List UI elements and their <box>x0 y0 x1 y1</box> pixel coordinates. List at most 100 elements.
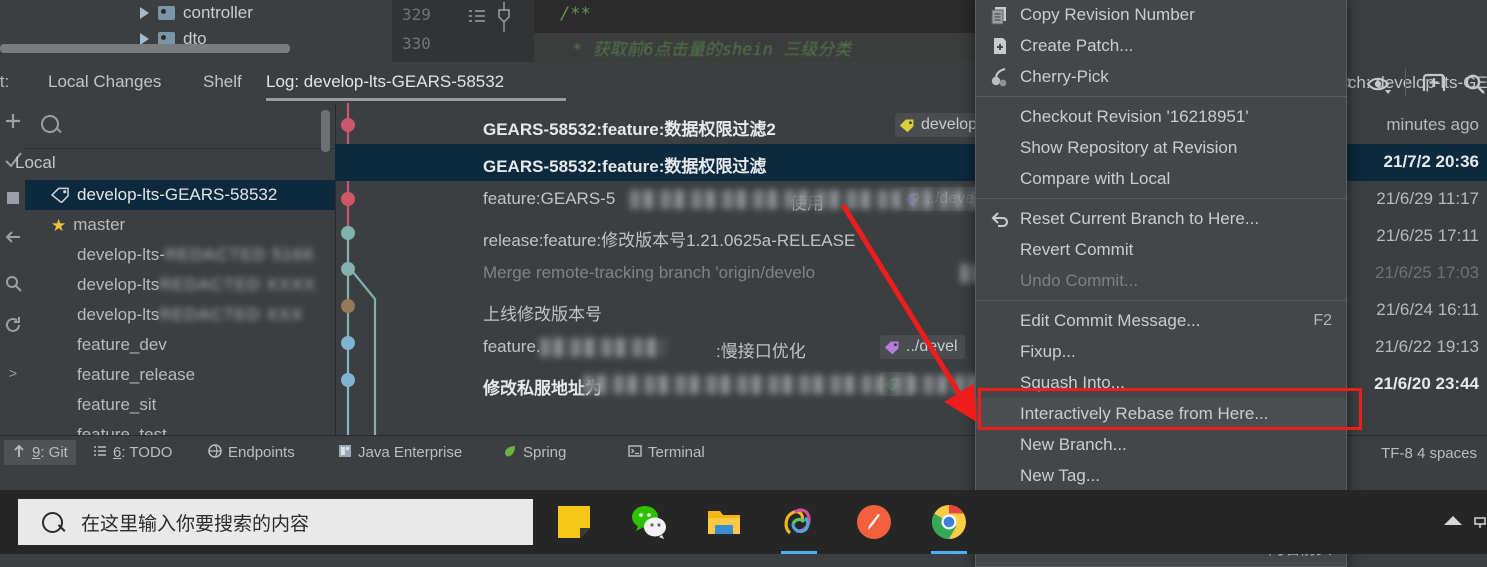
menu-item-undo-commit[interactable]: Undo Commit... <box>976 265 1346 296</box>
postman-icon[interactable] <box>856 504 892 540</box>
commit-date: 21/6/29 11:17 <box>1376 189 1479 208</box>
menu-item-label: Reset Current Branch to Here... <box>1020 208 1260 228</box>
commit-message: GEARS-58532:feature:数据权限过滤 <box>483 157 767 176</box>
tool-tab-todo[interactable]: 6: TODO <box>85 440 180 465</box>
menu-item-create-patch[interactable]: Create Patch... <box>976 30 1346 61</box>
refresh-icon[interactable] <box>3 315 23 335</box>
tree-node-controller[interactable]: controller <box>140 0 253 26</box>
menu-item-label: Edit Commit Message... <box>1020 310 1201 330</box>
menu-item-squash-into[interactable]: Squash Into... <box>976 367 1346 398</box>
menu-item-label: Squash Into... <box>1020 372 1125 392</box>
branch-search-row[interactable] <box>25 103 335 149</box>
menu-item-label: New Branch... <box>1020 434 1127 454</box>
branch-item[interactable]: develop-lts REDACTED XXXX <box>25 270 335 300</box>
branch-label: master <box>73 215 126 234</box>
branch-label-redacted: REDACTED XXXX <box>159 275 316 294</box>
menu-item-label: Compare with Local <box>1020 168 1171 188</box>
menu-item-revert-commit[interactable]: Revert Commit <box>976 234 1346 265</box>
commit-date: 21/6/25 17:03 <box>1375 263 1479 282</box>
branch-vertical-scrollbar[interactable] <box>321 110 330 152</box>
commit-ref-text: develop- <box>921 116 983 133</box>
branch-item[interactable]: develop-lts- REDACTED 5166 <box>25 240 335 270</box>
menu-item-label: Create Patch... <box>1020 35 1134 55</box>
branch-item[interactable]: feature_sit <box>25 390 335 420</box>
project-tree[interactable]: controller dto <box>0 0 392 62</box>
undo-arrow-icon <box>990 209 1010 229</box>
wechat-icon[interactable] <box>631 504 667 540</box>
tab-log[interactable]: Log: develop-lts-GEARS-58532 <box>266 72 504 92</box>
branch-item[interactable]: develop-lts REDACTED XXX <box>25 300 335 330</box>
bookmark-icon[interactable] <box>496 2 512 32</box>
list-indent-icon[interactable] <box>468 8 486 24</box>
commit-date: 21/6/25 17:11 <box>1376 226 1479 245</box>
search-icon <box>41 115 59 133</box>
commit-date-header: minutes ago <box>1386 115 1479 134</box>
navicat-icon[interactable] <box>781 504 817 540</box>
tool-tab-number: 6 <box>113 444 122 461</box>
menu-item-label: Cherry-Pick <box>1020 66 1109 86</box>
branch-label: develop-lts <box>77 275 160 294</box>
eye-icon[interactable] <box>1366 74 1394 94</box>
search-icon[interactable] <box>1463 72 1487 96</box>
branch-item[interactable]: develop-lts-GEARS-58532 <box>25 180 335 210</box>
active-tab-underline <box>266 98 566 101</box>
tool-tab-endpoints[interactable]: Endpoints <box>200 440 303 465</box>
line-number: 329 <box>402 5 431 24</box>
branch-label: feature_release <box>77 365 196 384</box>
menu-item-reset-current-branch-to-here[interactable]: Reset Current Branch to Here... <box>976 203 1346 234</box>
tool-tab-javaenterprise[interactable]: Java Enterprise <box>330 440 470 465</box>
chrome-icon[interactable] <box>931 504 967 540</box>
plus-icon[interactable] <box>3 111 23 131</box>
branch-label: feature_sit <box>77 395 157 414</box>
menu-item-cherry-pick[interactable]: Cherry-Pick <box>976 61 1346 92</box>
menu-item-shortcut: F2 <box>1313 311 1332 329</box>
go-to-icon[interactable] <box>1421 71 1447 95</box>
sticky-notes-icon[interactable] <box>556 504 592 540</box>
delete-icon[interactable] <box>3 187 23 207</box>
tab-local-changes[interactable]: Local Changes <box>48 72 161 92</box>
commit-ref-label[interactable]: ../devel <box>880 335 965 359</box>
tool-tab-label: Spring <box>523 444 567 461</box>
tool-tab-label: : Git <box>40 444 68 461</box>
menu-item-show-repository-at-revision[interactable]: Show Repository at Revision <box>976 132 1346 163</box>
menu-item-edit-commit-message[interactable]: Edit Commit Message... F2 <box>976 305 1346 336</box>
menu-item-interactively-rebase-from-here[interactable]: Interactively Rebase from Here... <box>976 398 1346 429</box>
menu-item-label: Revert Commit <box>1020 239 1134 259</box>
menu-item-new-tag[interactable]: New Tag... <box>976 460 1346 491</box>
branch-item[interactable]: feature_dev <box>25 330 335 360</box>
commit-date: 21/6/22 19:13 <box>1375 337 1479 356</box>
project-horizontal-scrollbar[interactable] <box>0 44 290 53</box>
branch-item[interactable]: feature_release <box>25 360 335 390</box>
menu-item-fixup[interactable]: Fixup... <box>976 336 1346 367</box>
tool-tab-number: 9 <box>32 444 41 461</box>
taskbar-search-input[interactable]: 在这里输入你要搜索的内容 <box>18 499 533 545</box>
tool-tab-spring[interactable]: Spring <box>495 440 574 465</box>
chevron-right-icon[interactable] <box>140 7 149 19</box>
tool-tab-terminal[interactable]: Terminal <box>620 440 713 465</box>
tab-shelf[interactable]: Shelf <box>203 72 242 92</box>
menu-item-compare-with-local[interactable]: Compare with Local <box>976 163 1346 194</box>
rollback-icon[interactable] <box>3 227 23 247</box>
search-icon[interactable] <box>3 273 23 293</box>
show-hidden-icons-chevron[interactable] <box>1444 516 1462 525</box>
menu-item-new-branch[interactable]: New Branch... <box>976 429 1346 460</box>
java-enterprise-icon <box>338 444 352 462</box>
network-icon[interactable] <box>1473 516 1487 530</box>
menu-item-label: Copy Revision Number <box>1020 4 1195 24</box>
editor-gutter: 329 330 <box>392 0 534 62</box>
tag-icon <box>899 119 914 132</box>
menu-item-checkout-revision-16218951[interactable]: Checkout Revision '16218951' <box>976 101 1346 132</box>
star-icon: ★ <box>51 215 67 235</box>
branch-item[interactable]: ★ master <box>25 210 335 240</box>
context-menu-items: Copy Revision Number Create Patch... Cherr… <box>976 0 1346 562</box>
commit-date: 21/6/20 23:44 <box>1374 374 1479 393</box>
tag-icon <box>51 187 69 203</box>
menu-separator <box>976 198 1346 199</box>
commit-context-menu[interactable]: Copy Revision Number Create Patch... Cherr… <box>975 0 1347 567</box>
menu-item-copy-revision-number[interactable]: Copy Revision Number <box>976 0 1346 30</box>
file-explorer-icon[interactable] <box>706 504 742 540</box>
expand-icon[interactable]: > <box>3 363 23 383</box>
branch-label-redacted: REDACTED 5166 <box>164 245 314 264</box>
tool-tab-git[interactable]: 9: Git <box>4 440 76 465</box>
terminal-icon <box>628 444 642 462</box>
